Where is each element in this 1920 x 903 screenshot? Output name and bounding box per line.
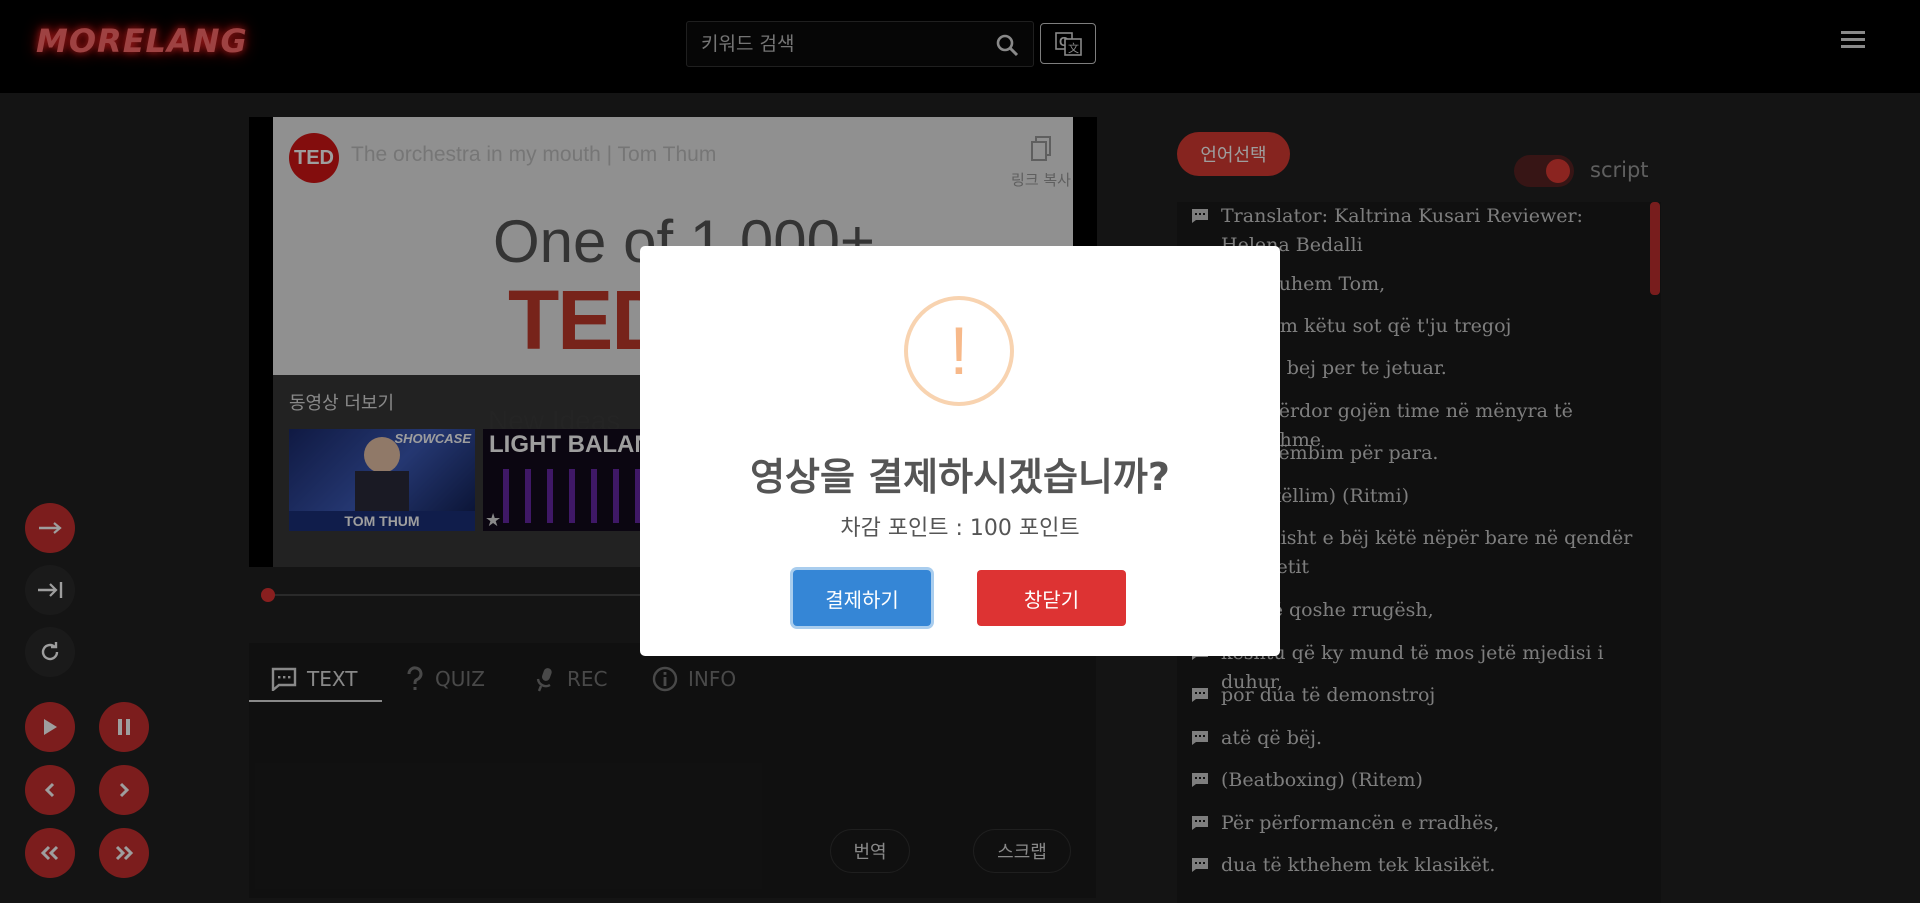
dialog-points-text: 차감 포인트 : 100 포인트 — [840, 516, 1080, 541]
dialog-title: 영상을 결제하시겠습니까? — [750, 455, 1170, 499]
close-dialog-button[interactable]: 창닫기 — [977, 570, 1126, 626]
confirm-payment-button[interactable]: 결제하기 — [793, 570, 931, 626]
exclamation-warning-icon: ! — [904, 296, 1014, 406]
payment-confirm-dialog: ! 영상을 결제하시겠습니까? 차감 포인트 : 100 포인트 결제하기 창닫… — [640, 246, 1280, 656]
